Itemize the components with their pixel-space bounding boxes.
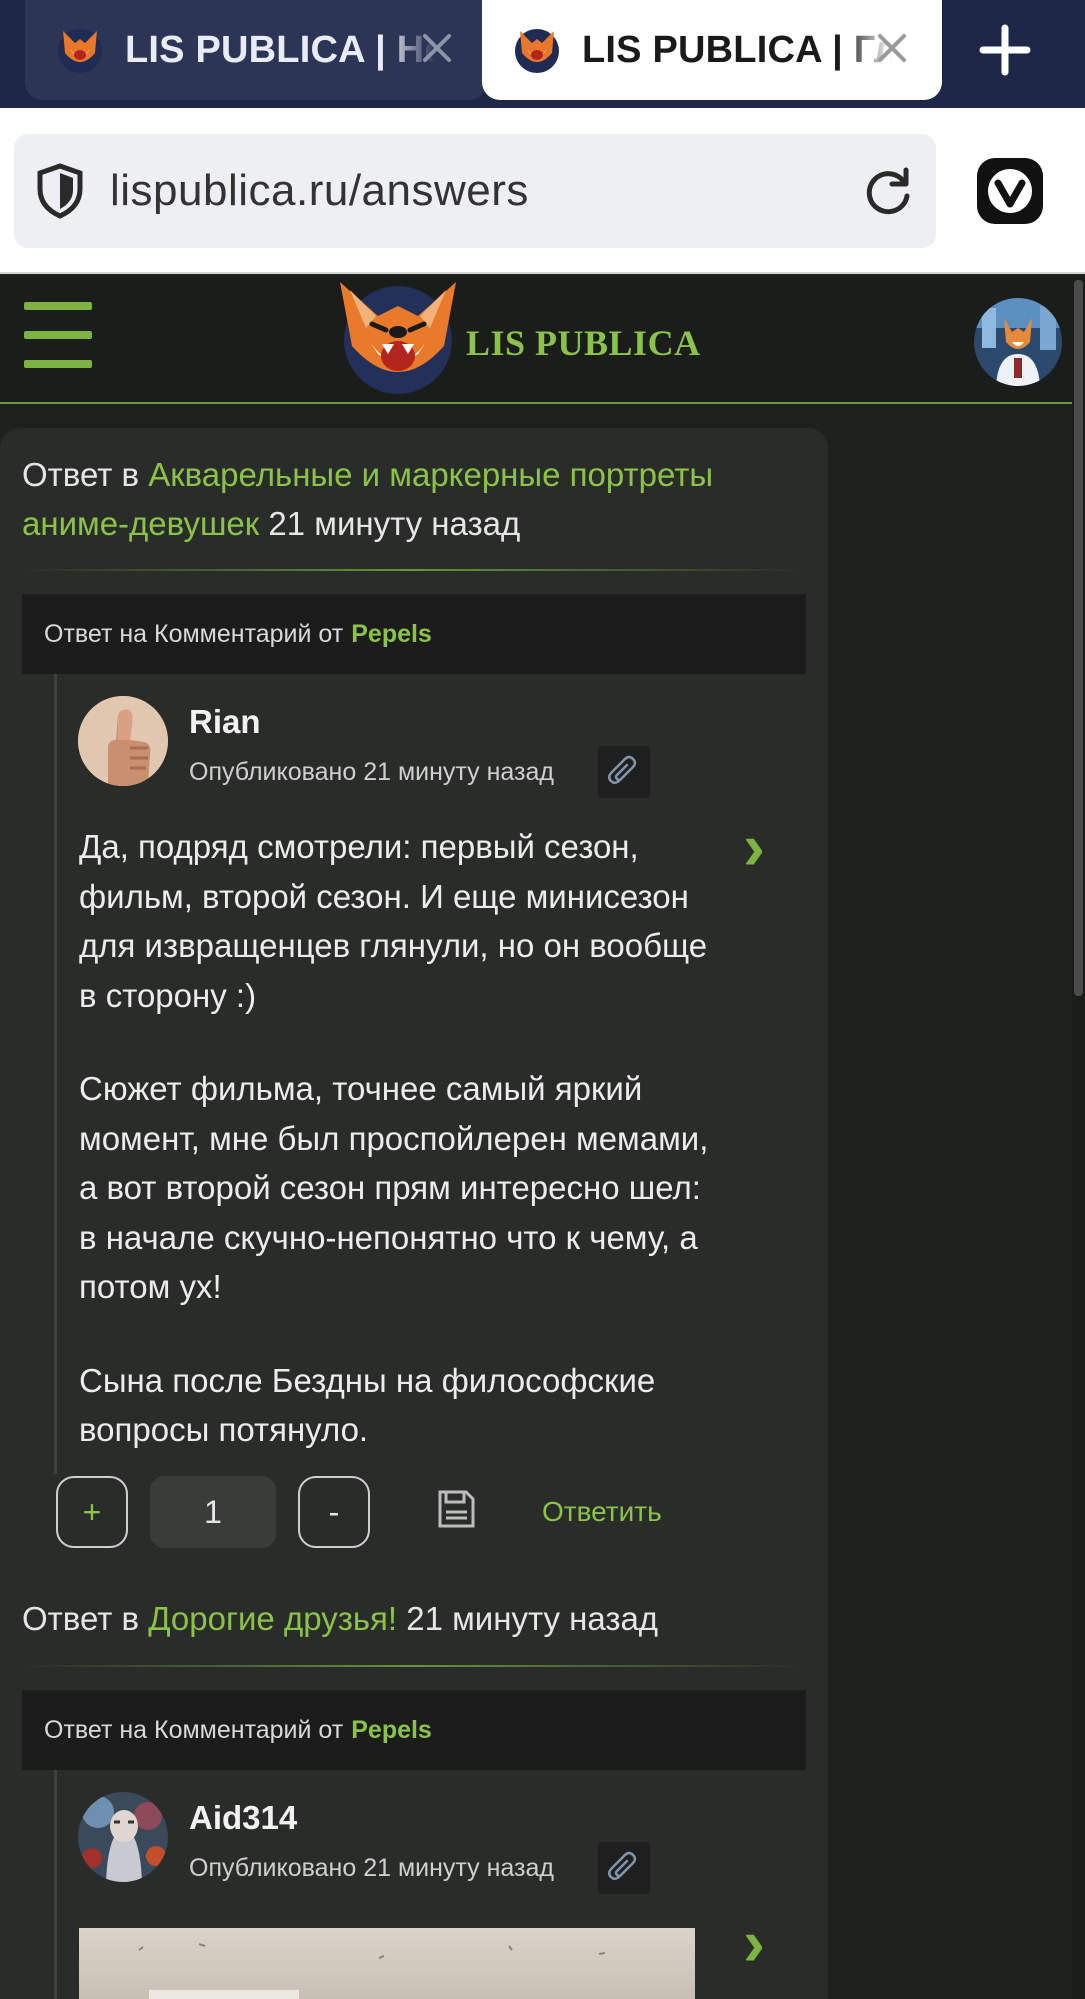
reply-context-bar: Ответ на Комментарий от Pepels bbox=[22, 594, 806, 674]
browser-tab-strip: LIS PUBLICA | Но LIS PUBLICA | Гл bbox=[0, 0, 1085, 108]
vote-count: 1 bbox=[150, 1476, 276, 1548]
upvote-button[interactable]: + bbox=[56, 1476, 128, 1548]
author-avatar[interactable] bbox=[78, 1792, 168, 1882]
browser-tab-inactive[interactable]: LIS PUBLICA | Но bbox=[25, 0, 487, 100]
comment-paragraph: Да, подряд смотрели: первый сезон, фильм… bbox=[79, 828, 708, 1014]
reply-context-bar: Ответ на Комментарий от Pepels bbox=[22, 1690, 806, 1770]
address-bar: lispublica.ru/answers bbox=[0, 108, 1085, 274]
save-icon[interactable] bbox=[436, 1488, 476, 1530]
published-time: Опубликовано 21 минуту назад bbox=[189, 758, 554, 786]
reload-icon[interactable] bbox=[860, 164, 916, 220]
entry-prefix: Ответ в bbox=[22, 456, 140, 493]
entry-time: 21 минуту назад bbox=[268, 505, 521, 542]
comment-body: Да, подряд смотрели: первый сезон, фильм… bbox=[79, 822, 719, 1455]
browser-tab-active[interactable]: LIS PUBLICA | Гл bbox=[482, 0, 942, 100]
comment-paragraph: Сюжет фильма, точнее самый яркий момент,… bbox=[79, 1070, 709, 1305]
reply-context-label: Ответ на Комментарий от bbox=[44, 1715, 344, 1744]
entry-prefix: Ответ в bbox=[22, 1600, 140, 1637]
comment-image-preview[interactable] bbox=[79, 1928, 695, 1999]
fox-favicon-icon bbox=[58, 29, 102, 73]
fox-logo-icon[interactable] bbox=[332, 276, 462, 398]
comment-paragraph: Сына после Бездны на философские вопросы… bbox=[79, 1361, 656, 1449]
attachment-button[interactable] bbox=[598, 1842, 650, 1894]
tab-title: LIS PUBLICA | Гл bbox=[582, 28, 892, 71]
author-name[interactable]: Aid314 bbox=[189, 1799, 297, 1837]
site-brand[interactable]: LIS PUBLICA bbox=[466, 322, 701, 364]
plus-icon[interactable] bbox=[975, 20, 1035, 80]
url-field[interactable]: lispublica.ru/answers bbox=[14, 134, 936, 248]
close-icon[interactable] bbox=[415, 26, 459, 70]
reply-link[interactable]: Ответить bbox=[542, 1496, 662, 1528]
author-avatar[interactable] bbox=[78, 696, 168, 786]
user-avatar[interactable] bbox=[974, 298, 1062, 386]
page-scrollbar-thumb[interactable] bbox=[1074, 280, 1083, 996]
reply-context-label: Ответ на Комментарий от bbox=[44, 619, 344, 648]
entry-time: 21 минуту назад bbox=[406, 1600, 659, 1637]
entry-divider bbox=[22, 569, 802, 571]
published-time: Опубликовано 21 минуту назад bbox=[189, 1854, 554, 1882]
reply-context-user[interactable]: Pepels bbox=[351, 1716, 432, 1745]
close-icon[interactable] bbox=[870, 26, 914, 70]
paperclip-icon bbox=[608, 755, 637, 784]
url-text: lispublica.ru/answers bbox=[110, 166, 529, 215]
feed-entry-header: Ответ в Акварельные и маркерные портреты… bbox=[22, 450, 802, 548]
fox-favicon-icon bbox=[515, 29, 559, 73]
tab-title: LIS PUBLICA | Но bbox=[125, 28, 435, 71]
author-name[interactable]: Rian bbox=[189, 703, 261, 741]
shield-icon[interactable] bbox=[36, 163, 84, 219]
hamburger-menu-icon[interactable] bbox=[24, 302, 92, 368]
image-texture bbox=[138, 1943, 606, 1999]
downvote-button[interactable]: - bbox=[298, 1476, 370, 1548]
attachment-button[interactable] bbox=[598, 746, 650, 798]
site-header: LIS PUBLICA bbox=[0, 276, 1085, 404]
open-comment-chevron-icon[interactable]: › bbox=[743, 813, 765, 879]
reply-context-user[interactable]: Pepels bbox=[351, 620, 432, 649]
vivaldi-icon[interactable] bbox=[975, 156, 1045, 226]
entry-divider bbox=[22, 1665, 802, 1667]
open-comment-chevron-icon[interactable]: › bbox=[743, 1909, 765, 1975]
feed-entry-header: Ответ в Дорогие друзья! 21 минуту назад bbox=[22, 1594, 802, 1643]
topic-link[interactable]: Дорогие друзья! bbox=[148, 1600, 397, 1637]
paperclip-icon bbox=[608, 1851, 637, 1880]
